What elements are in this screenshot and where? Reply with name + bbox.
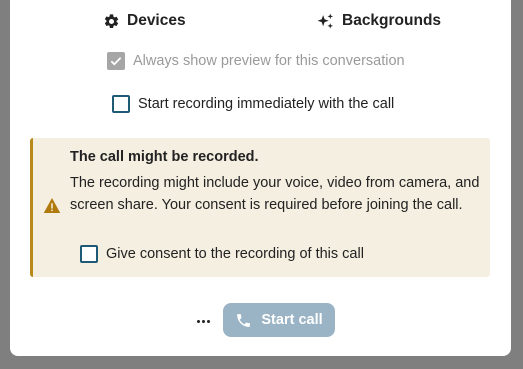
backgrounds-label: Backgrounds — [342, 12, 442, 29]
always-show-preview-checkbox[interactable] — [107, 52, 125, 70]
always-show-preview-option[interactable]: Always show preview for this conversatio… — [107, 52, 405, 70]
recording-warning-notice: The call might be recorded. The recordin… — [30, 138, 490, 277]
recording-consent-label: Give consent to the recording of this ca… — [106, 246, 364, 262]
sparkles-icon — [317, 13, 334, 29]
start-call-label: Start call — [261, 312, 323, 328]
more-horizontal-icon-dot — [196, 319, 200, 323]
record-immediately-option[interactable]: Start recording immediately with the cal… — [112, 95, 394, 113]
start-call-button[interactable]: Start call — [223, 303, 335, 337]
devices-label: Devices — [127, 12, 186, 29]
phone-icon — [237, 313, 251, 327]
media-settings-row: Devices Backgrounds — [10, 10, 511, 32]
more-horizontal-icon-dot — [206, 319, 210, 323]
record-immediately-checkbox[interactable] — [112, 95, 130, 113]
warning-body: The recording might include your voice, … — [70, 175, 480, 213]
call-preview-dialog: Devices Backgrounds Always show preview … — [10, 0, 511, 356]
always-show-preview-label: Always show preview for this conversatio… — [133, 53, 405, 69]
devices-button[interactable]: Devices — [103, 10, 186, 32]
more-horizontal-icon-dot — [201, 319, 205, 323]
recording-consent-checkbox[interactable] — [80, 245, 98, 263]
warning-title: The call might be recorded. — [70, 149, 259, 165]
recording-consent-option[interactable]: Give consent to the recording of this ca… — [80, 245, 364, 263]
checkmark-icon — [110, 57, 122, 66]
warning-icon — [43, 198, 61, 213]
more-actions-button[interactable] — [192, 312, 214, 330]
backgrounds-button[interactable]: Backgrounds — [316, 10, 441, 32]
record-immediately-label: Start recording immediately with the cal… — [138, 96, 395, 112]
gear-icon — [104, 13, 119, 28]
